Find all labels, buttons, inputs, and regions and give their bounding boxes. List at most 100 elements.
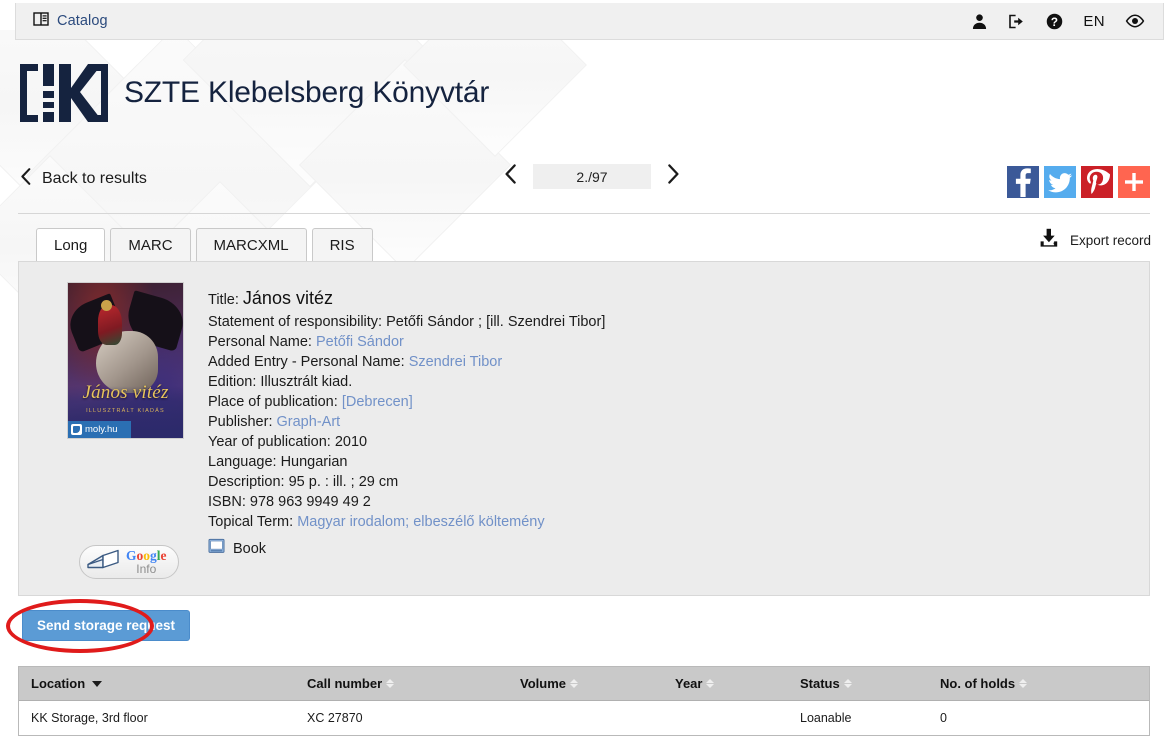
book-icon <box>208 538 225 559</box>
back-to-results-label: Back to results <box>42 170 147 187</box>
download-icon <box>1039 228 1059 252</box>
moly-logo-icon <box>71 424 82 435</box>
field-topical-term-value[interactable]: Magyar irodalom; elbeszélő költemény <box>297 514 544 530</box>
cell-call-number: XC 27870 <box>307 711 363 725</box>
cell-status: Loanable <box>800 711 852 725</box>
social-share-buttons <box>1007 166 1150 198</box>
sort-toggle-icon <box>706 679 715 688</box>
tab-marc-label: MARC <box>128 236 173 254</box>
catalog-link[interactable]: Catalog <box>57 13 108 29</box>
field-added-entry-personal-name: Added Entry - Personal Name: Szendrei Ti… <box>208 352 1108 372</box>
field-language: Language: Hungarian <box>208 452 1108 472</box>
tab-marc[interactable]: MARC <box>110 228 191 261</box>
field-statement-of-responsibility: Statement of responsibility: Petőfi Sánd… <box>208 312 1108 332</box>
share-facebook-button[interactable] <box>1007 166 1039 198</box>
table-row[interactable]: KK Storage, 3rd floor XC 27870 Loanable … <box>19 701 1149 735</box>
moly-hu-label: moly.hu <box>85 424 118 435</box>
field-publisher-label: Publisher: <box>208 414 273 430</box>
language-selector[interactable]: EN <box>1083 13 1105 30</box>
field-added-entry-value[interactable]: Szendrei Tibor <box>409 354 503 370</box>
field-place-value[interactable]: [Debrecen] <box>342 394 413 410</box>
question-circle-icon[interactable]: ? <box>1046 13 1063 30</box>
record-fields-list: Title: János vitéz Statement of responsi… <box>208 286 1108 559</box>
sort-toggle-icon <box>1019 679 1028 688</box>
column-header-call-number-label: Call number <box>307 676 383 691</box>
field-edition-value: Illusztrált kiad. <box>260 374 353 390</box>
column-header-year[interactable]: Year <box>675 676 800 691</box>
send-storage-request-button[interactable]: Send storage request <box>22 610 191 641</box>
field-personal-name: Personal Name: Petőfi Sándor <box>208 332 1108 352</box>
record-format-tabs: Long MARC MARCXML RIS <box>36 228 373 261</box>
prev-record-button[interactable] <box>504 164 517 189</box>
tab-marcxml[interactable]: MARCXML <box>195 228 307 261</box>
sort-toggle-icon <box>570 679 578 688</box>
google-books-info-button[interactable]: Google Info <box>79 545 179 579</box>
column-header-call-number[interactable]: Call number <box>307 676 520 691</box>
column-header-status[interactable]: Status <box>800 676 940 691</box>
book-cover-image[interactable]: János vitéz ILLUSZTRÁLT KIADÁS moly.hu <box>67 282 184 439</box>
field-year-value: 2010 <box>334 434 368 450</box>
field-statement-value: Petőfi Sándor ; [ill. Szendrei Tibor] <box>386 314 606 330</box>
nav-divider <box>18 213 1150 214</box>
field-place-of-publication: Place of publication: [Debrecen] <box>208 392 1108 412</box>
klebelsberg-logo-mark <box>20 64 108 122</box>
media-type-label: Book <box>233 540 267 557</box>
field-description-value: 95 p. : ill. ; 29 cm <box>288 474 399 490</box>
book-catalog-icon <box>33 11 49 32</box>
cell-location: KK Storage, 3rd floor <box>31 711 148 725</box>
sort-descending-icon <box>92 680 103 687</box>
sort-toggle-icon <box>843 679 852 688</box>
field-description: Description: 95 p. : ill. ; 29 cm <box>208 472 1108 492</box>
back-to-results-link[interactable]: Back to results <box>20 168 147 190</box>
field-isbn: ISBN: 978 963 9949 49 2 <box>208 492 1108 512</box>
field-edition: Edition: Illusztrált kiad. <box>208 372 1108 392</box>
site-logo[interactable]: SZTE Klebelsberg Könyvtár <box>18 62 489 124</box>
share-pinterest-button[interactable] <box>1081 166 1113 198</box>
column-header-volume[interactable]: Volume <box>520 676 675 691</box>
field-statement-label: Statement of responsibility: <box>208 314 383 330</box>
field-isbn-value: 978 963 9949 49 2 <box>249 494 371 510</box>
field-publisher-value[interactable]: Graph-Art <box>277 414 341 430</box>
share-twitter-button[interactable] <box>1044 166 1076 198</box>
user-icon[interactable] <box>971 13 988 30</box>
column-header-no-of-holds[interactable]: No. of holds <box>940 676 1140 691</box>
share-more-button[interactable] <box>1118 166 1150 198</box>
google-wordmark: Google <box>126 547 167 563</box>
field-topical-term-label: Topical Term: <box>208 514 294 530</box>
column-header-no-of-holds-label: No. of holds <box>940 676 1016 691</box>
sign-out-icon[interactable] <box>1008 13 1026 30</box>
holdings-table: Location Call number Volume Year Status … <box>18 666 1150 736</box>
field-topical-term: Topical Term: Magyar irodalom; elbeszélő… <box>208 512 1108 532</box>
holdings-table-header: Location Call number Volume Year Status … <box>19 667 1149 701</box>
next-record-button[interactable] <box>667 164 680 189</box>
column-header-volume-label: Volume <box>520 676 566 691</box>
chevron-left-icon <box>20 168 31 190</box>
record-navigation-row: Back to results 2./97 <box>18 160 1150 206</box>
field-personal-name-value[interactable]: Petőfi Sándor <box>316 334 404 350</box>
column-header-location[interactable]: Location <box>19 676 307 691</box>
field-year-of-publication: Year of publication: 2010 <box>208 432 1108 452</box>
field-title-value: János vitéz <box>242 288 333 308</box>
column-header-location-label: Location <box>31 676 86 691</box>
record-pager: 2./97 <box>504 164 680 189</box>
tab-long[interactable]: Long <box>36 228 106 261</box>
column-header-year-label: Year <box>675 676 703 691</box>
top-navigation-bar: Catalog ? EN <box>15 3 1164 40</box>
tab-long-label: Long <box>54 236 88 254</box>
record-detail-panel: János vitéz ILLUSZTRÁLT KIADÁS moly.hu G… <box>18 261 1150 596</box>
column-header-status-label: Status <box>800 676 840 691</box>
tab-ris-label: RIS <box>329 236 355 254</box>
tab-ris[interactable]: RIS <box>311 228 373 261</box>
page-indicator[interactable]: 2./97 <box>533 164 651 189</box>
field-isbn-label: ISBN: <box>208 494 246 510</box>
tab-marcxml-label: MARCXML <box>213 236 289 254</box>
field-publisher: Publisher: Graph-Art <box>208 412 1108 432</box>
eye-icon[interactable] <box>1125 14 1145 28</box>
field-year-label: Year of publication: <box>208 434 331 450</box>
moly-hu-badge[interactable]: moly.hu <box>68 421 131 438</box>
field-place-label: Place of publication: <box>208 394 338 410</box>
field-added-entry-label: Added Entry - Personal Name: <box>208 354 405 370</box>
field-personal-name-label: Personal Name: <box>208 334 312 350</box>
export-record-button[interactable]: Export record <box>1039 228 1151 252</box>
field-title-label: Title: <box>208 292 239 308</box>
